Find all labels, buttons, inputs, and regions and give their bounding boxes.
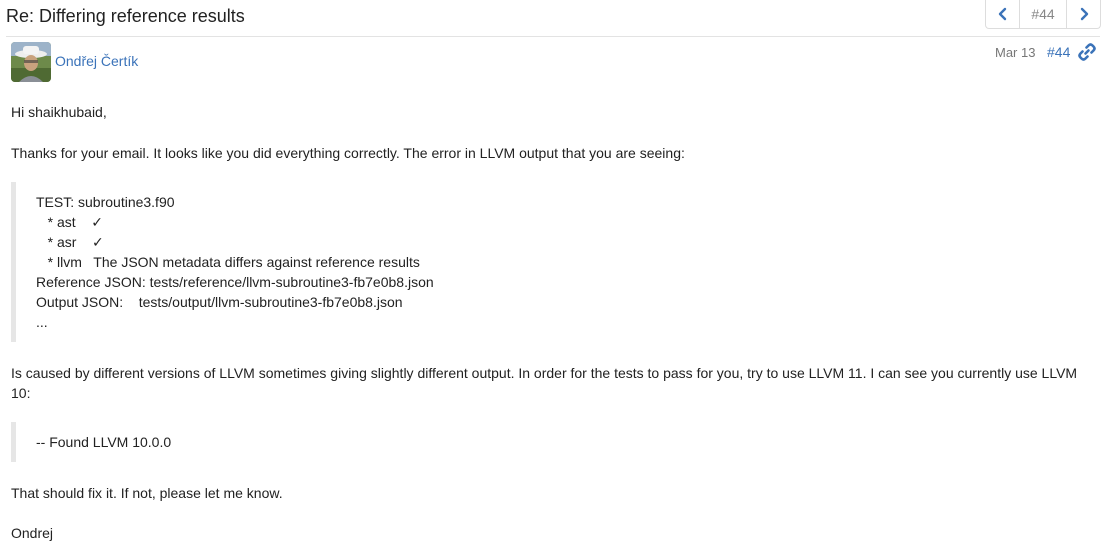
- quote-line: Reference JSON: tests/reference/llvm-sub…: [36, 274, 434, 290]
- greeting: Hi shaikhubaid,: [11, 104, 107, 120]
- paragraph-2-line-2: 10:: [11, 385, 31, 401]
- post-author[interactable]: Ondřej Čertík: [55, 53, 138, 69]
- quote-line: * asr ✓: [36, 234, 104, 250]
- chevron-right-icon: [1080, 7, 1088, 21]
- avatar-image: [11, 42, 51, 82]
- post-pager: #44: [985, 0, 1101, 29]
- signature: Ondrej: [11, 525, 54, 541]
- header-divider: [6, 36, 1100, 37]
- prev-post-button[interactable]: [986, 0, 1019, 28]
- paragraph-2-line-1: Is caused by different versions of LLVM …: [11, 365, 1078, 381]
- blockquote-llvm-version: -- Found LLVM 10.0.0: [11, 422, 1096, 462]
- quote-line: -- Found LLVM 10.0.0: [36, 434, 172, 450]
- link-icon[interactable]: [1077, 42, 1097, 62]
- blockquote-test-output: TEST: subroutine3.f90 * ast ✓ * asr ✓ * …: [11, 182, 1096, 342]
- quote-line: Output JSON: tests/output/llvm-subroutin…: [36, 294, 403, 310]
- avatar[interactable]: [11, 42, 51, 82]
- quote-line: * llvm The JSON metadata differs against…: [36, 254, 420, 270]
- quote-line: * ast ✓: [36, 214, 103, 230]
- pager-current-number: #44: [1019, 0, 1067, 28]
- quote-line: TEST: subroutine3.f90: [36, 194, 175, 210]
- post-date[interactable]: Mar 13: [995, 45, 1035, 60]
- paragraph-3: That should fix it. If not, please let m…: [11, 485, 283, 501]
- post-number-link[interactable]: #44: [1047, 44, 1070, 60]
- chevron-left-icon: [998, 7, 1006, 21]
- topic-title: Re: Differing reference results: [6, 6, 245, 26]
- paragraph-1: Thanks for your email. It looks like you…: [11, 145, 685, 161]
- next-post-button[interactable]: [1067, 0, 1100, 28]
- quote-line: ...: [36, 314, 48, 330]
